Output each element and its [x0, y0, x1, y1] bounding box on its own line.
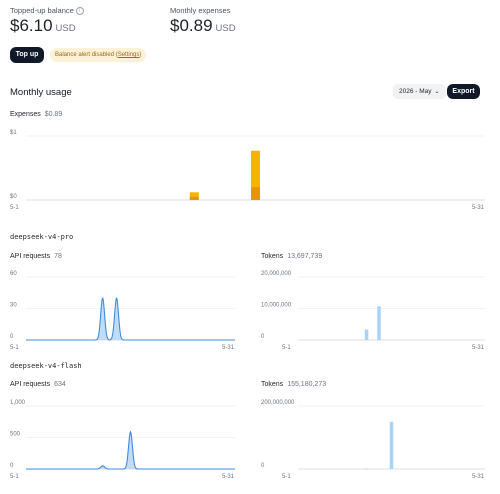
balance-currency: USD [55, 23, 76, 34]
monthly-expenses-currency: USD [215, 23, 236, 34]
x-tick-label: 5-1 [10, 474, 19, 480]
monthly-expenses-value: $0.89 USD [170, 16, 236, 36]
flash-tokens-title: Tokens [261, 381, 284, 388]
balance-label-row: Topped-up balance i [10, 6, 84, 15]
pro-tokens-value: 13,697,739 [287, 253, 323, 260]
balance-label: Topped-up balance [10, 6, 74, 15]
balance-alert-badge: Balance alert disabled (Settings) [50, 48, 147, 62]
pro-tokens-title: Tokens [261, 253, 284, 260]
flash-requests-value: 634 [54, 381, 66, 388]
flash-requests-label: API requests 634 [10, 381, 66, 388]
y-tick-label: 200,000,000 [261, 400, 295, 406]
bar-base [251, 187, 260, 200]
month-select[interactable]: 2026 - May ⌄ [393, 84, 446, 99]
pro-requests-label: API requests 78 [10, 253, 62, 260]
x-tick-label: 5-31 [222, 345, 235, 351]
balance-alert-text: Balance alert disabled [55, 52, 115, 58]
export-button[interactable]: Export [447, 84, 480, 99]
info-icon[interactable]: i [75, 7, 84, 15]
expenses-value: $0.89 [44, 111, 63, 118]
y-tick-label: 1,000 [10, 400, 26, 406]
y-tick-label: 20,000,000 [261, 271, 292, 277]
expenses-chart-label: Expenses $0.89 [10, 111, 62, 118]
y-tick-label: $1 [10, 130, 17, 136]
flash-tokens-value: 155,180,273 [287, 381, 327, 388]
y-tick-label: $0 [10, 194, 17, 200]
bar [364, 329, 369, 340]
y-tick-label: 0 [261, 463, 265, 469]
y-tick-label: 0 [261, 334, 265, 340]
pro-requests-title: API requests [10, 253, 51, 260]
y-tick-label: 0 [10, 463, 14, 469]
monthly-usage-title: Monthly usage [10, 87, 72, 98]
x-tick-label: 5-1 [10, 345, 19, 351]
x-tick-label: 5-31 [222, 474, 235, 480]
balance-value: $6.10 USD [10, 16, 76, 36]
flash-requests-title: API requests [10, 381, 51, 388]
y-tick-label: 0 [10, 334, 14, 340]
y-tick-label: 30 [10, 303, 17, 309]
pro-requests-chart: 0 30 60 5-1 5-31 [10, 271, 235, 351]
y-tick-label: 500 [10, 432, 21, 438]
series-line [26, 297, 235, 341]
x-tick-label: 5-1 [282, 474, 291, 480]
monthly-expenses-amount: $0.89 [170, 16, 213, 35]
bar [389, 421, 394, 469]
balance-amount: $6.10 [10, 16, 53, 35]
pro-tokens-chart: 0 10,000,000 20,000,000 5-1 5-31 [261, 271, 485, 351]
expenses-label: Expenses [10, 111, 41, 118]
top-up-button[interactable]: Top up [10, 47, 44, 63]
model-name-pro: deepseek-v4-pro [10, 233, 74, 241]
chevron-down-icon: ⌄ [434, 89, 440, 95]
pro-tokens-label: Tokens 13,697,739 [261, 253, 322, 260]
bar [377, 306, 381, 340]
flash-tokens-label: Tokens 155,180,273 [261, 381, 326, 388]
x-tick-label: 5-31 [472, 345, 485, 351]
flash-tokens-chart: 0 200,000,000 5-1 5-31 [261, 400, 485, 480]
alert-settings-link[interactable]: Settings [118, 52, 140, 58]
y-tick-label: 60 [10, 271, 17, 277]
month-select-value: 2026 - May [399, 88, 432, 95]
expenses-chart: $0 $1 5-1 5-31 [10, 130, 485, 211]
x-tick-label: 5-1 [10, 205, 19, 211]
x-tick-label: 5-31 [472, 474, 485, 480]
bar-base [189, 196, 199, 200]
y-tick-label: 10,000,000 [261, 303, 292, 309]
bar [364, 468, 369, 470]
flash-requests-chart: 0 500 1,000 5-1 5-31 [10, 400, 235, 480]
monthly-expenses-label: Monthly expenses [170, 6, 231, 15]
x-tick-label: 5-1 [282, 345, 291, 351]
pro-requests-value: 78 [54, 253, 62, 260]
area-fill [26, 298, 235, 340]
x-tick-label: 5-31 [472, 205, 485, 211]
model-name-flash: deepseek-v4-flash [10, 362, 82, 370]
